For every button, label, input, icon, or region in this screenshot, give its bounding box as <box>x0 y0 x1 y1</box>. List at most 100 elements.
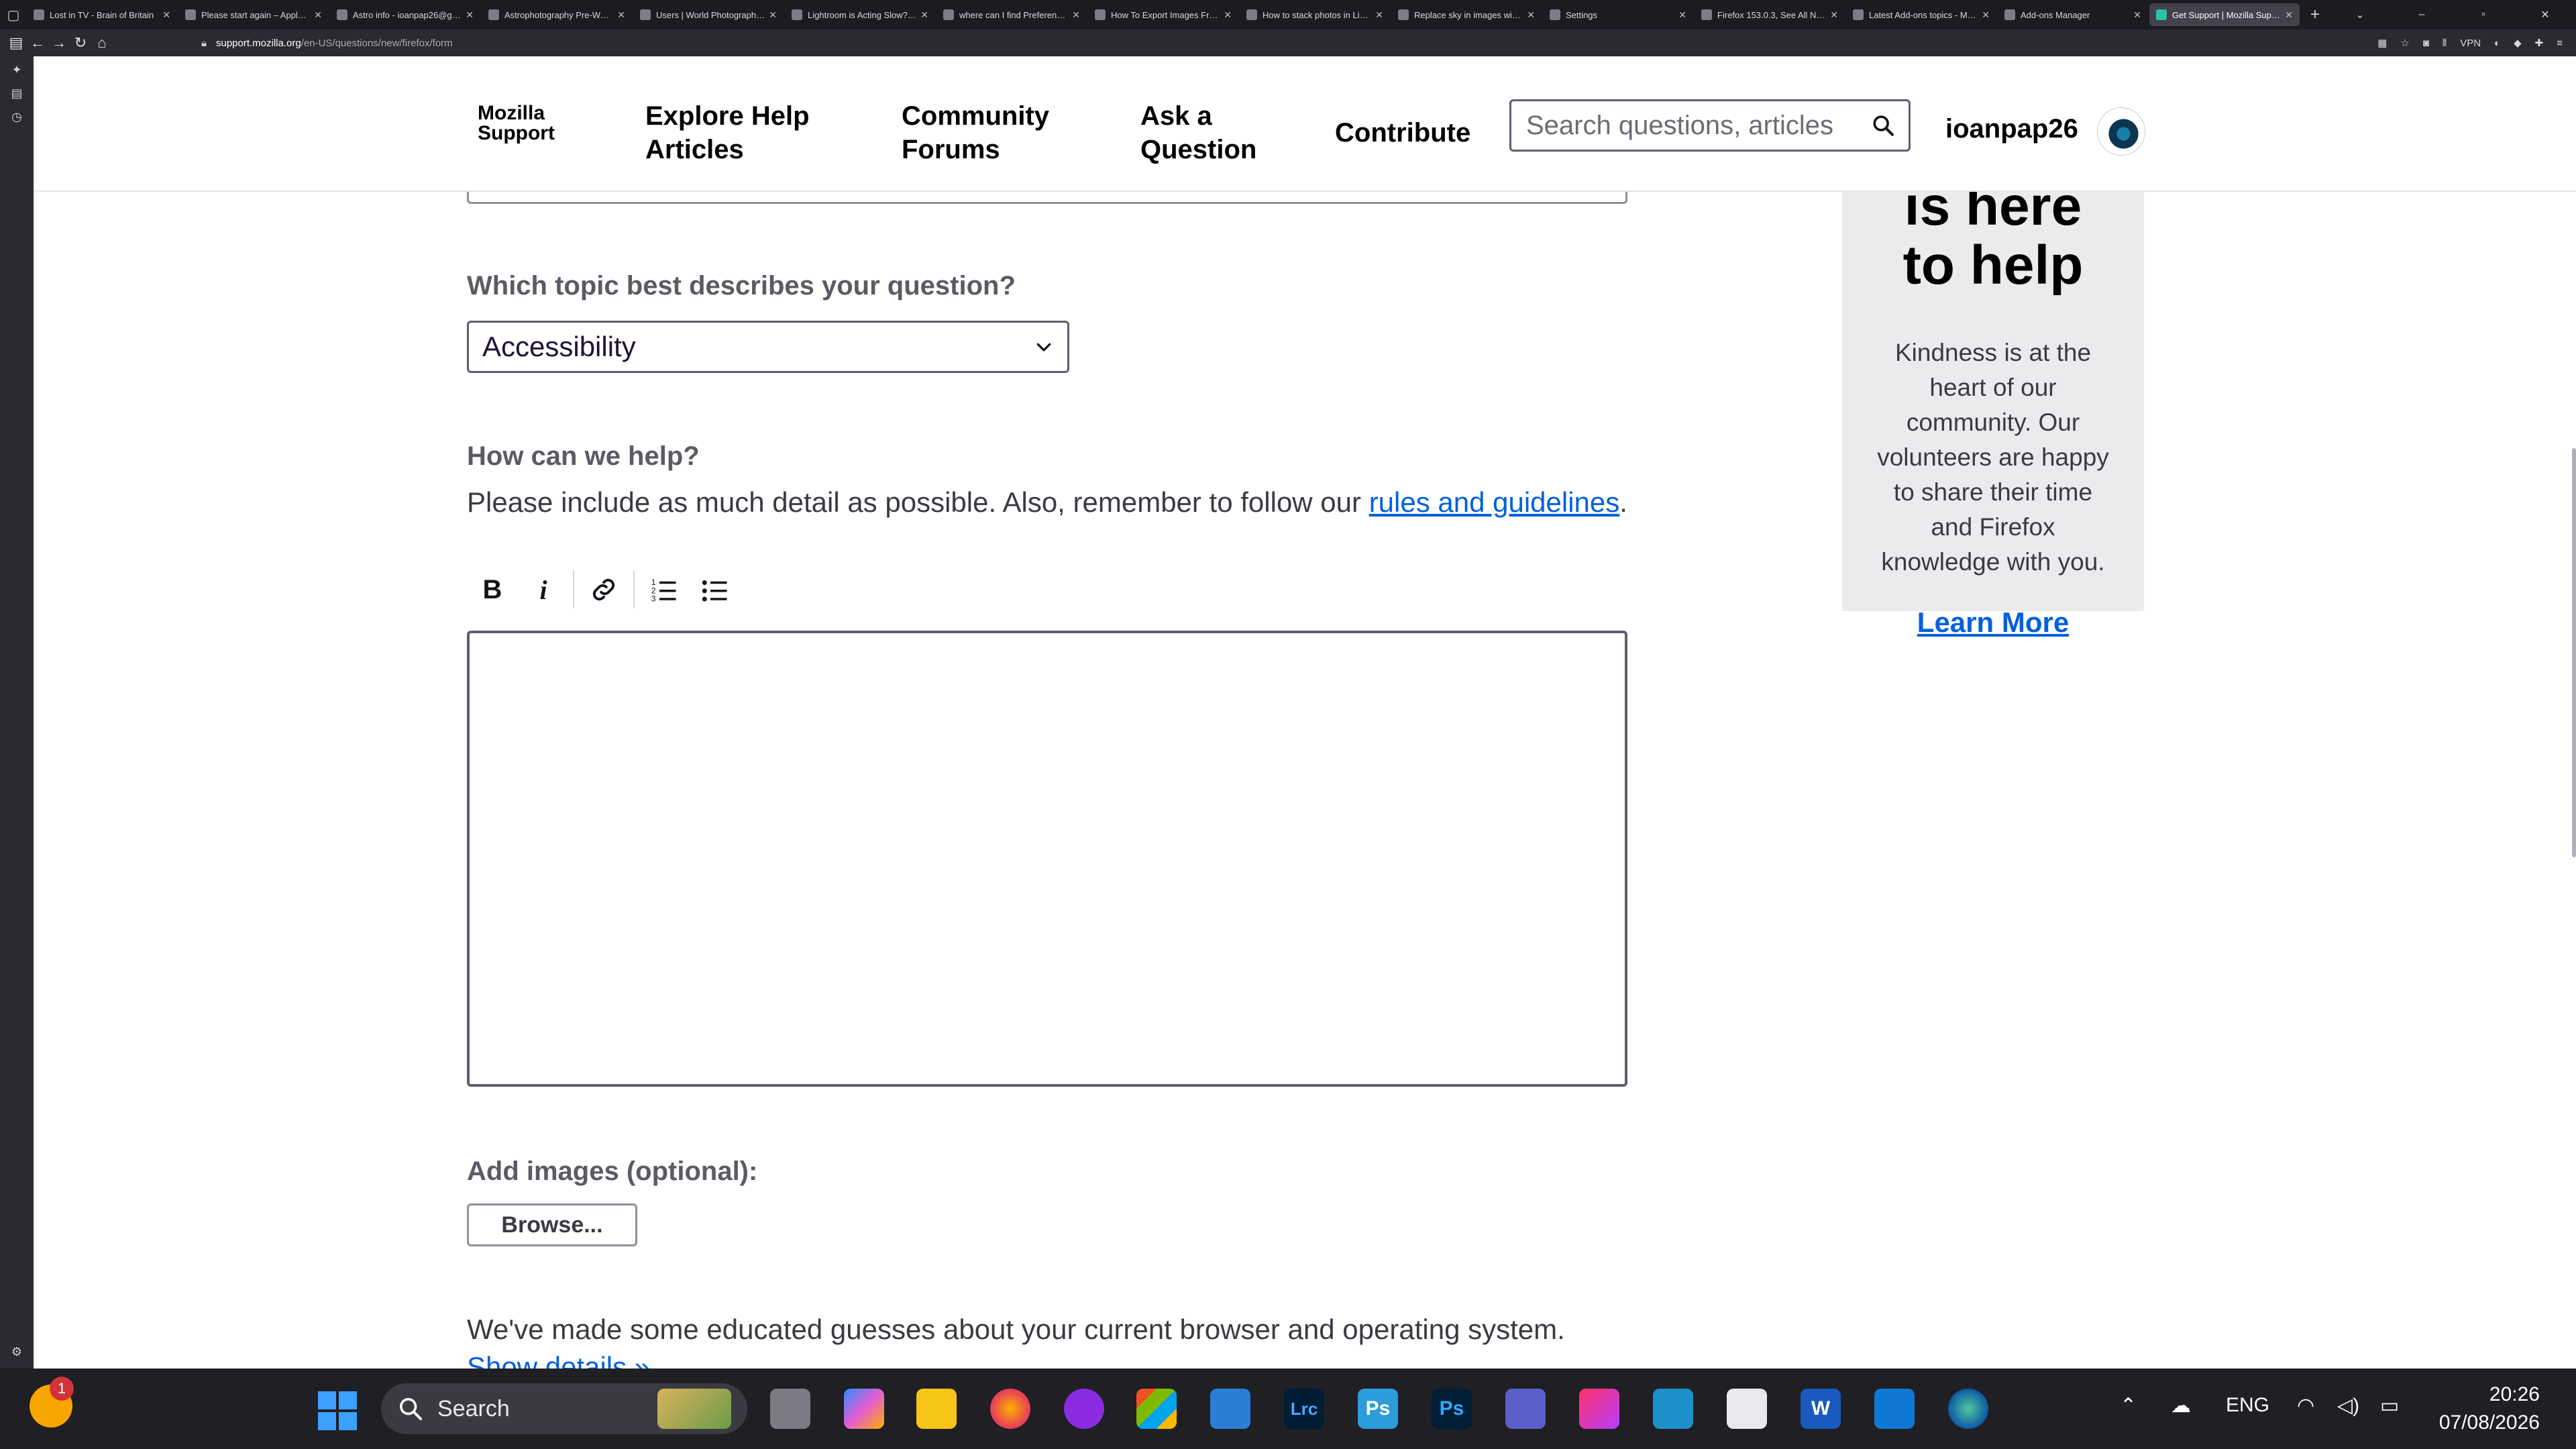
tab-3[interactable]: Astro info - ioanpap26@gmail.c ✕ <box>330 3 480 26</box>
tab-9[interactable]: How to stack photos in Lightro ✕ <box>1240 3 1390 26</box>
avatar[interactable] <box>2097 107 2145 156</box>
reload-icon[interactable]: ↻ <box>70 34 91 52</box>
wifi-icon[interactable]: ◠ <box>2297 1394 2314 1417</box>
remote-desktop-icon[interactable] <box>1653 1389 1693 1429</box>
reader-view-icon[interactable]: ▦ <box>2377 37 2387 49</box>
extension-icon[interactable]: ◆ <box>2514 37 2522 49</box>
minimize-icon[interactable]: – <box>2391 9 2453 21</box>
extensions-puzzle-icon[interactable]: ✚ <box>2535 37 2544 49</box>
close-tab-icon[interactable]: ✕ <box>162 9 170 21</box>
lock-icon[interactable]: 🔒︎ <box>201 38 207 49</box>
close-tab-icon[interactable]: ✕ <box>2133 9 2141 21</box>
taskbar-search[interactable]: Search <box>381 1383 747 1434</box>
italic-button[interactable]: i <box>518 566 569 613</box>
tab-15-active[interactable]: Get Support | Mozilla Support ✕ <box>2149 3 2300 26</box>
url-bar[interactable]: 🔒︎ support.mozilla.org /en-US/questions/… <box>201 32 2147 54</box>
tab-6[interactable]: Lightroom is Acting Slow? Here ✕ <box>785 3 935 26</box>
learn-more-link[interactable]: Learn More <box>1917 606 2069 639</box>
new-tab-button[interactable]: + <box>2301 5 2329 24</box>
show-details-link[interactable]: Show details » <box>467 1351 650 1368</box>
search-input[interactable] <box>1525 109 1866 142</box>
tab-8[interactable]: How To Export Images From Pi ✕ <box>1088 3 1238 26</box>
privacy-mask-icon[interactable] <box>1064 1389 1104 1429</box>
dark-mode-icon[interactable]: ◐ <box>2494 38 2500 49</box>
bookmark-star-icon[interactable]: ☆ <box>2400 37 2409 49</box>
tab-10[interactable]: Replace sky in images with Sky ✕ <box>1391 3 1542 26</box>
tab-12[interactable]: Firefox 153.0.3, See All New Fe✕ <box>1695 3 1845 26</box>
topic-select[interactable]: Accessibility <box>467 321 1069 373</box>
synced-tabs-icon[interactable]: ▤ <box>11 87 22 101</box>
sidebar-toggle-icon[interactable]: ▤ <box>5 34 27 52</box>
close-tab-icon[interactable]: ✕ <box>2285 9 2293 21</box>
firefox-view-icon[interactable]: ▢ <box>0 0 27 30</box>
close-tab-icon[interactable]: ✕ <box>466 9 474 21</box>
tab-2[interactable]: Please start again – Apply for a ✕ <box>178 3 329 26</box>
tab-5[interactable]: Users | World Photography Org ✕ <box>633 3 784 26</box>
numbered-list-button[interactable]: 123 <box>639 566 690 613</box>
close-tab-icon[interactable]: ✕ <box>1830 9 1838 21</box>
close-tab-icon[interactable]: ✕ <box>1982 9 1990 21</box>
language-indicator[interactable]: ENG <box>2226 1394 2269 1417</box>
notification-icon[interactable]: 1 <box>30 1377 74 1428</box>
volume-icon[interactable]: ◁) <box>2337 1394 2359 1417</box>
battery-icon[interactable]: ▭ <box>2380 1394 2399 1417</box>
outlook-icon[interactable] <box>1874 1389 1915 1429</box>
lightroom-classic-icon[interactable]: Lrc <box>1284 1389 1324 1429</box>
username[interactable]: ioanpap26 <box>1945 114 2078 144</box>
close-tab-icon[interactable]: ✕ <box>769 9 777 21</box>
close-window-icon[interactable]: ✕ <box>2514 8 2576 21</box>
forward-icon[interactable]: → <box>48 34 70 52</box>
search-icon[interactable] <box>1871 112 1895 139</box>
browse-button[interactable]: Browse... <box>467 1203 637 1246</box>
sidebar-settings-icon[interactable]: ⚙ <box>11 1345 22 1359</box>
ai-chat-icon[interactable]: ✦ <box>11 63 21 77</box>
store-icon[interactable] <box>1136 1389 1177 1429</box>
close-tab-icon[interactable]: ✕ <box>1224 9 1232 21</box>
menu-icon[interactable]: ≡ <box>2557 38 2563 49</box>
mozilla-support-logo[interactable]: Mozilla Support <box>478 103 555 144</box>
tab-11[interactable]: Settings ✕ <box>1543 3 1693 26</box>
teams-icon[interactable] <box>1505 1389 1546 1429</box>
rules-guidelines-link[interactable]: rules and guidelines <box>1369 486 1620 518</box>
onedrive-cloud-icon[interactable]: ☁ <box>2171 1394 2191 1417</box>
tab-14[interactable]: Add-ons Manager ✕ <box>1998 3 2148 26</box>
close-tab-icon[interactable]: ✕ <box>314 9 322 21</box>
edge-icon[interactable] <box>1948 1389 1988 1429</box>
history-icon[interactable]: ◷ <box>11 110 22 124</box>
vpn-button[interactable]: VPN <box>2460 38 2481 49</box>
word-icon[interactable]: W <box>1801 1389 1841 1429</box>
close-tab-icon[interactable]: ✕ <box>617 9 625 21</box>
tab-1[interactable]: Lost in TV - Brain of Britain ✕ <box>27 3 177 26</box>
close-tab-icon[interactable]: ✕ <box>1678 9 1686 21</box>
page-scrollbar[interactable] <box>2572 448 2576 857</box>
start-button[interactable] <box>318 1391 357 1430</box>
maximize-icon[interactable]: ▫ <box>2453 9 2514 21</box>
bulleted-list-button[interactable] <box>690 566 741 613</box>
question-details-textarea[interactable] <box>467 631 1627 1087</box>
firefox-icon[interactable] <box>990 1389 1030 1429</box>
clock[interactable]: 20:26 07/08/2026 <box>2439 1381 2540 1437</box>
folder-icon[interactable] <box>916 1389 957 1429</box>
bold-button[interactable]: B <box>467 566 518 613</box>
copilot-icon[interactable] <box>844 1389 884 1429</box>
link-button[interactable] <box>578 566 629 613</box>
snipping-tool-icon[interactable] <box>1727 1389 1767 1429</box>
nav-community-forums[interactable]: Community Forums <box>902 99 1049 166</box>
mail-icon[interactable] <box>1210 1389 1250 1429</box>
photoshop-express-icon[interactable]: Ps <box>1358 1389 1398 1429</box>
nav-contribute[interactable]: Contribute <box>1335 116 1470 150</box>
close-tab-icon[interactable]: ✕ <box>1527 9 1535 21</box>
library-icon[interactable]: ⫴ <box>2443 38 2447 49</box>
close-tab-icon[interactable]: ✕ <box>920 9 928 21</box>
tab-7[interactable]: where can I find Preferences>C ✕ <box>936 3 1087 26</box>
nav-ask-a-question[interactable]: Ask a Question <box>1140 99 1256 166</box>
tab-4[interactable]: Astrophotography Pre-Worksh ✕ <box>482 3 632 26</box>
show-hidden-icons[interactable]: ⌃ <box>2120 1394 2137 1417</box>
list-tabs-icon[interactable]: ⌄ <box>2329 8 2391 21</box>
tab-13[interactable]: Latest Add-ons topics - Mozilla ✕ <box>1846 3 1996 26</box>
file-explorer-icon[interactable] <box>770 1389 810 1429</box>
back-icon[interactable]: ← <box>27 34 48 52</box>
creative-cloud-icon[interactable] <box>1579 1389 1619 1429</box>
screenshot-icon[interactable]: ◙ <box>2423 38 2429 49</box>
nav-explore-help-articles[interactable]: Explore Help Articles <box>645 99 810 166</box>
